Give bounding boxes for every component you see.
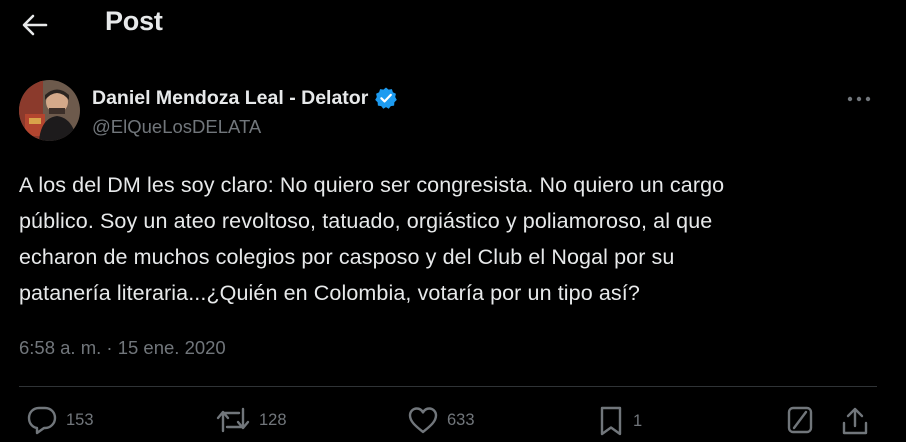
repost-button[interactable]: 128 bbox=[215, 405, 287, 435]
reply-icon bbox=[26, 405, 58, 435]
reply-count: 153 bbox=[66, 410, 94, 429]
display-name-link[interactable]: Daniel Mendoza Leal - Delator bbox=[92, 86, 398, 110]
like-button[interactable]: 633 bbox=[407, 405, 475, 435]
grok-slash-icon bbox=[786, 405, 814, 435]
tweet-timestamp[interactable]: 6:58 a. m. · 15 ene. 2020 bbox=[19, 337, 226, 359]
share-icon bbox=[840, 405, 870, 437]
bookmark-count: 1 bbox=[633, 411, 643, 430]
divider bbox=[19, 386, 877, 387]
tweet-author: Daniel Mendoza Leal - Delator @ElQueLosD… bbox=[19, 80, 889, 144]
reply-button[interactable]: 153 bbox=[26, 405, 94, 435]
repost-count: 128 bbox=[259, 410, 287, 429]
handle[interactable]: @ElQueLosDELATA bbox=[92, 116, 261, 138]
avatar[interactable] bbox=[19, 80, 80, 141]
share-button[interactable] bbox=[840, 405, 870, 437]
heart-icon bbox=[407, 405, 439, 435]
header: Post bbox=[0, 0, 906, 52]
grok-button[interactable] bbox=[786, 405, 814, 435]
action-bar: 153 128 633 1 bbox=[0, 405, 906, 442]
tweet-text: A los del DM les soy claro: No quiero se… bbox=[19, 173, 725, 305]
more-options-icon[interactable] bbox=[839, 86, 879, 112]
bookmark-icon bbox=[597, 405, 625, 437]
like-count: 633 bbox=[447, 410, 475, 429]
repost-icon bbox=[215, 405, 251, 435]
bookmark-button[interactable]: 1 bbox=[597, 405, 642, 437]
verified-badge-icon bbox=[374, 86, 398, 110]
page-title: Post bbox=[105, 6, 163, 36]
back-arrow-icon[interactable] bbox=[20, 10, 50, 40]
display-name: Daniel Mendoza Leal - Delator bbox=[92, 86, 369, 109]
